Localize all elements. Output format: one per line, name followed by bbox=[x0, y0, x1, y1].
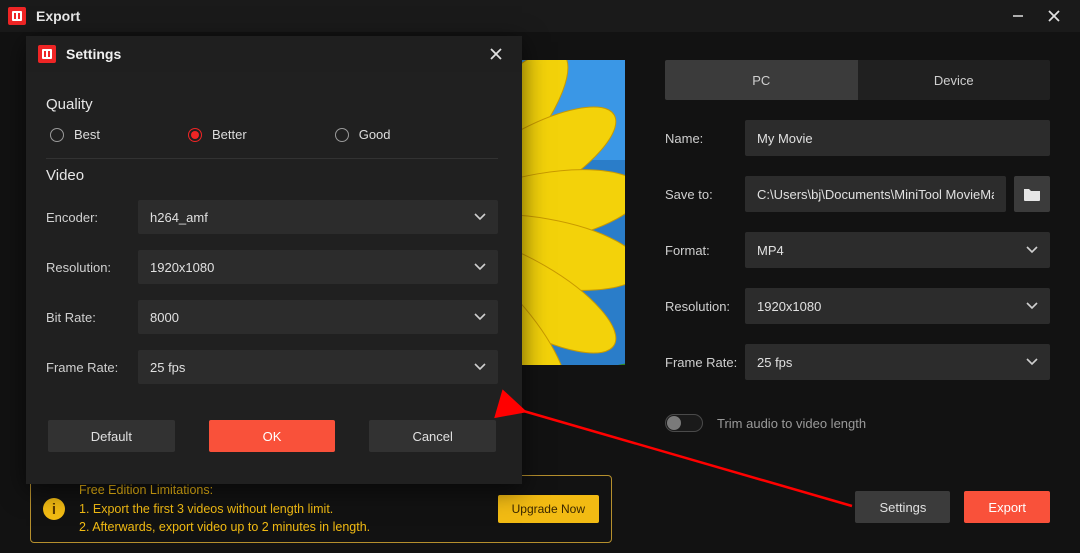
settings-modal: Settings Quality Best Better Good Video … bbox=[26, 36, 522, 484]
folder-icon bbox=[1023, 187, 1041, 201]
ok-button[interactable]: OK bbox=[209, 420, 336, 452]
format-label: Format: bbox=[665, 243, 745, 258]
chevron-down-icon bbox=[1026, 358, 1038, 366]
chevron-down-icon bbox=[474, 313, 486, 321]
window-titlebar: Export bbox=[0, 0, 1080, 32]
upgrade-button[interactable]: Upgrade Now bbox=[498, 495, 599, 523]
tab-device[interactable]: Device bbox=[858, 60, 1051, 100]
framerate-select[interactable]: 25 fps bbox=[745, 344, 1050, 380]
quality-radio-good[interactable]: Good bbox=[335, 127, 391, 142]
divider bbox=[46, 158, 498, 159]
close-icon bbox=[489, 47, 503, 61]
name-input[interactable] bbox=[745, 120, 1050, 156]
resolution-value: 1920x1080 bbox=[757, 299, 821, 314]
export-target-tabs: PC Device bbox=[665, 60, 1050, 100]
encoder-label: Encoder: bbox=[46, 210, 138, 225]
encoder-select[interactable]: h264_amf bbox=[138, 200, 498, 234]
quality-section-title: Quality bbox=[46, 96, 498, 113]
modal-title: Settings bbox=[66, 46, 121, 62]
quality-radio-best[interactable]: Best bbox=[50, 127, 100, 142]
bitrate-label: Bit Rate: bbox=[46, 310, 138, 325]
free-edition-notice: i Free Edition Limitations: 1. Export th… bbox=[30, 475, 612, 543]
resolution-label: Resolution: bbox=[665, 299, 745, 314]
chevron-down-icon bbox=[474, 263, 486, 271]
chevron-down-icon bbox=[1026, 246, 1038, 254]
chevron-down-icon bbox=[1026, 302, 1038, 310]
chevron-down-icon bbox=[474, 363, 486, 371]
modal-resolution-select[interactable]: 1920x1080 bbox=[138, 250, 498, 284]
close-button[interactable] bbox=[1036, 0, 1072, 32]
trim-audio-label: Trim audio to video length bbox=[717, 416, 866, 431]
cancel-button[interactable]: Cancel bbox=[369, 420, 496, 452]
export-button[interactable]: Export bbox=[964, 491, 1050, 523]
browse-folder-button[interactable] bbox=[1014, 176, 1050, 212]
notice-line-1: 1. Export the first 3 videos without len… bbox=[79, 500, 476, 519]
modal-framerate-select[interactable]: 25 fps bbox=[138, 350, 498, 384]
saveto-input[interactable] bbox=[745, 176, 1006, 212]
saveto-label: Save to: bbox=[665, 187, 745, 202]
framerate-label: Frame Rate: bbox=[665, 355, 745, 370]
default-button[interactable]: Default bbox=[48, 420, 175, 452]
modal-close-button[interactable] bbox=[482, 40, 510, 68]
trim-audio-toggle[interactable] bbox=[665, 414, 703, 432]
minimize-button[interactable] bbox=[1000, 0, 1036, 32]
app-logo-icon bbox=[8, 7, 26, 25]
app-logo-icon bbox=[38, 45, 56, 63]
modal-resolution-label: Resolution: bbox=[46, 260, 138, 275]
settings-button[interactable]: Settings bbox=[855, 491, 950, 523]
quality-radio-better[interactable]: Better bbox=[188, 127, 247, 142]
notice-line-2: 2. Afterwards, export video up to 2 minu… bbox=[79, 518, 476, 537]
modal-framerate-label: Frame Rate: bbox=[46, 360, 138, 375]
tab-pc[interactable]: PC bbox=[665, 60, 858, 100]
name-label: Name: bbox=[665, 131, 745, 146]
framerate-value: 25 fps bbox=[757, 355, 792, 370]
format-select[interactable]: MP4 bbox=[745, 232, 1050, 268]
window-title: Export bbox=[36, 8, 80, 24]
format-value: MP4 bbox=[757, 243, 784, 258]
bitrate-select[interactable]: 8000 bbox=[138, 300, 498, 334]
video-section-title: Video bbox=[46, 167, 498, 184]
info-icon: i bbox=[43, 498, 65, 520]
chevron-down-icon bbox=[474, 213, 486, 221]
resolution-select[interactable]: 1920x1080 bbox=[745, 288, 1050, 324]
